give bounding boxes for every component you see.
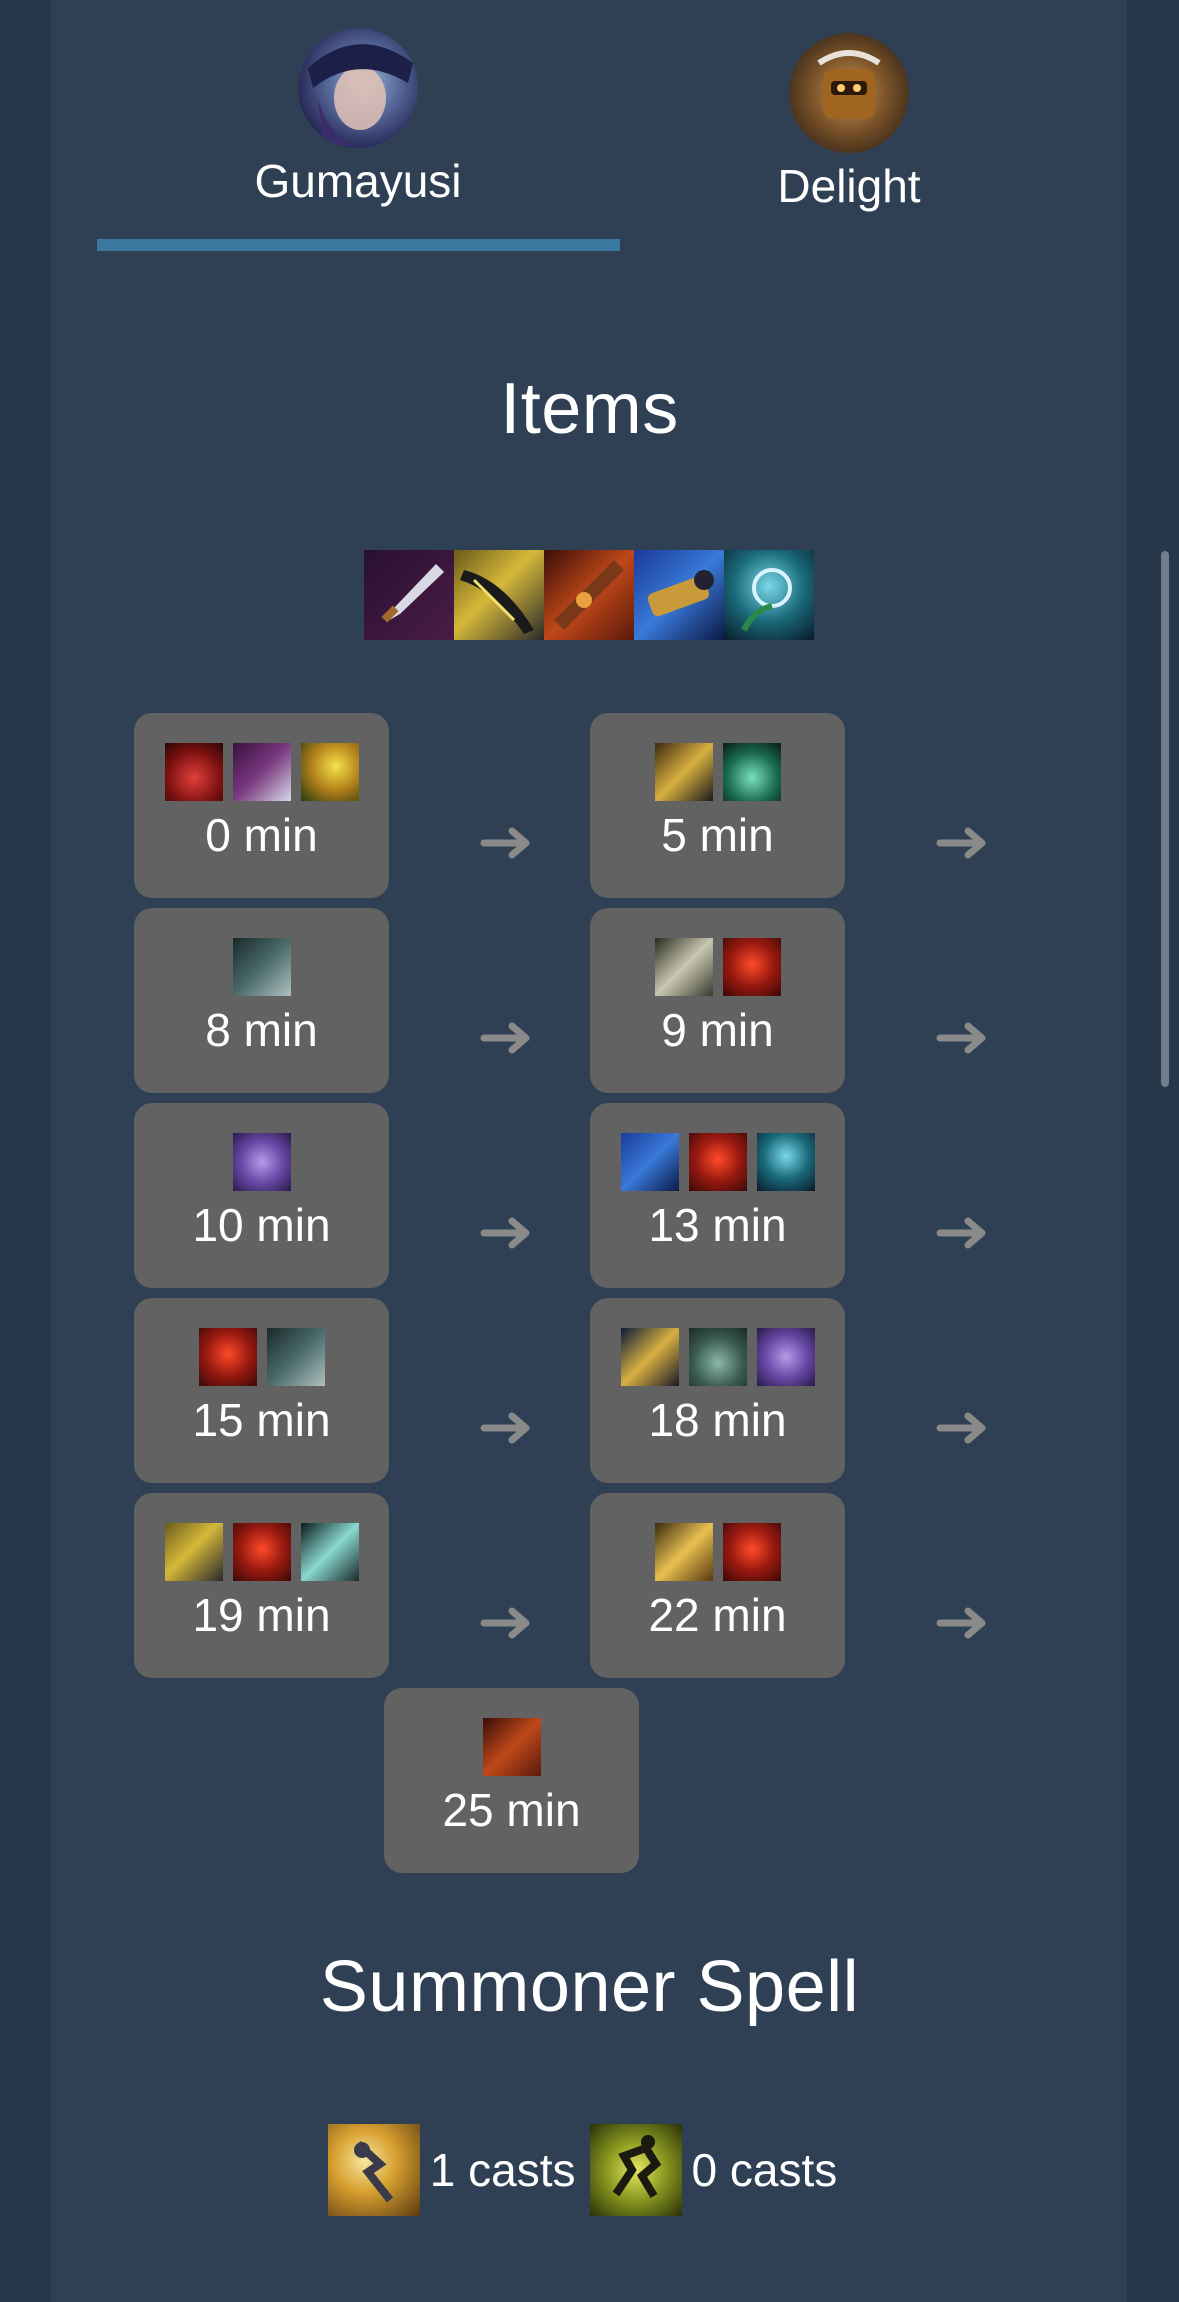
refillable-potion-icon [722,743,781,801]
timeline-entry: 9 min [590,908,845,1093]
timeline-entry-time: 9 min [661,1004,774,1056]
arrow-right-icon [480,1022,530,1054]
arrow-right-icon [936,1607,986,1639]
timeline-entry: 15 min [134,1298,389,1483]
timeline-entry-items [134,938,389,996]
pickaxe-icon [232,938,291,996]
timeline-entry: 10 min [134,1103,389,1288]
blitzcrank-champion-icon [789,33,909,153]
timeline-entry-items [590,743,845,801]
elixir-icon [688,1328,747,1386]
timeline-entry-items [590,1523,845,1581]
berserker-greaves-icon [654,743,713,801]
summoner-spells: 1 casts 0 casts [0,2124,1179,2216]
navori-quickblades-item-icon [164,1523,223,1581]
timeline-entry-time: 5 min [661,809,774,861]
summoner-spell-section-title: Summoner Spell [319,1947,860,2027]
player-name: Delight [777,160,921,212]
timeline-entry-time: 19 min [192,1589,331,1641]
player-tab-delight[interactable]: Delight [729,33,969,213]
timeline-entry-items [134,1523,389,1581]
items-section-title: Items [500,369,679,449]
timeline-entry-items [590,938,845,996]
timeline-entry-items [590,1328,845,1386]
timeline-entry-time: 18 min [648,1394,787,1446]
bf-sword-icon [654,1523,713,1581]
timeline-entry-time: 22 min [648,1589,787,1641]
dark-seal-icon [232,1523,291,1581]
timeline-entry: 22 min [590,1493,845,1678]
arrow-right-icon [936,1217,986,1249]
timeline-entry: 13 min [590,1103,845,1288]
dark-seal-icon [688,1133,747,1191]
arrow-right-icon [480,1607,530,1639]
timeline-entry: 19 min [134,1493,389,1678]
arrow-right-icon [936,1412,986,1444]
timeline-entry-time: 13 min [648,1199,787,1251]
dark-seal-icon [722,938,781,996]
timeline-entry-time: 0 min [205,809,318,861]
scrollbar-thumb[interactable] [1161,551,1169,1087]
flash-spell-icon [327,2124,420,2216]
navori-quickblades-item-icon [454,550,544,640]
spell-cast-count: 0 casts [691,2144,838,2196]
arrow-right-icon [480,1412,530,1444]
timeline-entry-time: 15 min [192,1394,331,1446]
timeline-entry: 25 min [384,1688,639,1873]
timeline-entry: 0 min [134,713,389,898]
spell-cast-count: 1 casts [429,2144,576,2196]
timeline-entry: 5 min [590,713,845,898]
timeline-entry-time: 25 min [442,1784,581,1836]
mercurial-scimitar-item-icon [724,550,814,640]
timeline-entry: 8 min [134,908,389,1093]
pickaxe-icon [266,1328,325,1386]
dark-seal-icon [198,1328,257,1386]
cloak-icon [232,1133,291,1191]
dark-seal-icon [722,1523,781,1581]
arrow-right-icon [936,1022,986,1054]
player-tab-gumayusi[interactable]: Gumayusi [238,28,478,208]
ghost-spell-icon [589,2124,682,2216]
health-potion-icon [164,743,223,801]
timeline-entry-time: 8 min [205,1004,318,1056]
dagger-icon [232,743,291,801]
arrow-right-icon [480,1217,530,1249]
rapid-firecannon-item-icon [482,1718,541,1776]
timeline-entry: 18 min [590,1298,845,1483]
collector-item-icon [620,1133,679,1191]
final-build-items [364,550,814,640]
rapid-firecannon-item-icon [544,550,634,640]
long-sword-icon [654,938,713,996]
arrow-right-icon [480,827,530,859]
selected-tab-indicator [97,239,620,251]
player-name: Gumayusi [254,155,462,207]
glaive-icon [300,1523,359,1581]
mercurial-scimitar-item-icon [756,1133,815,1191]
timeline-entry-items [134,1328,389,1386]
infinity-edge-item-icon [364,550,454,640]
timeline-entry-items [590,1133,845,1191]
timeline-entry-time: 10 min [192,1199,331,1251]
caitlyn-champion-icon [298,28,418,148]
timeline-entry-items [134,743,389,801]
timeline-entry-items [384,1718,639,1776]
collector-item-icon [634,550,724,640]
trinket-icon [300,743,359,801]
cloak-icon [756,1328,815,1386]
arrow-right-icon [936,827,986,859]
timeline-entry-items [134,1133,389,1191]
serrated-dirk-icon [620,1328,679,1386]
